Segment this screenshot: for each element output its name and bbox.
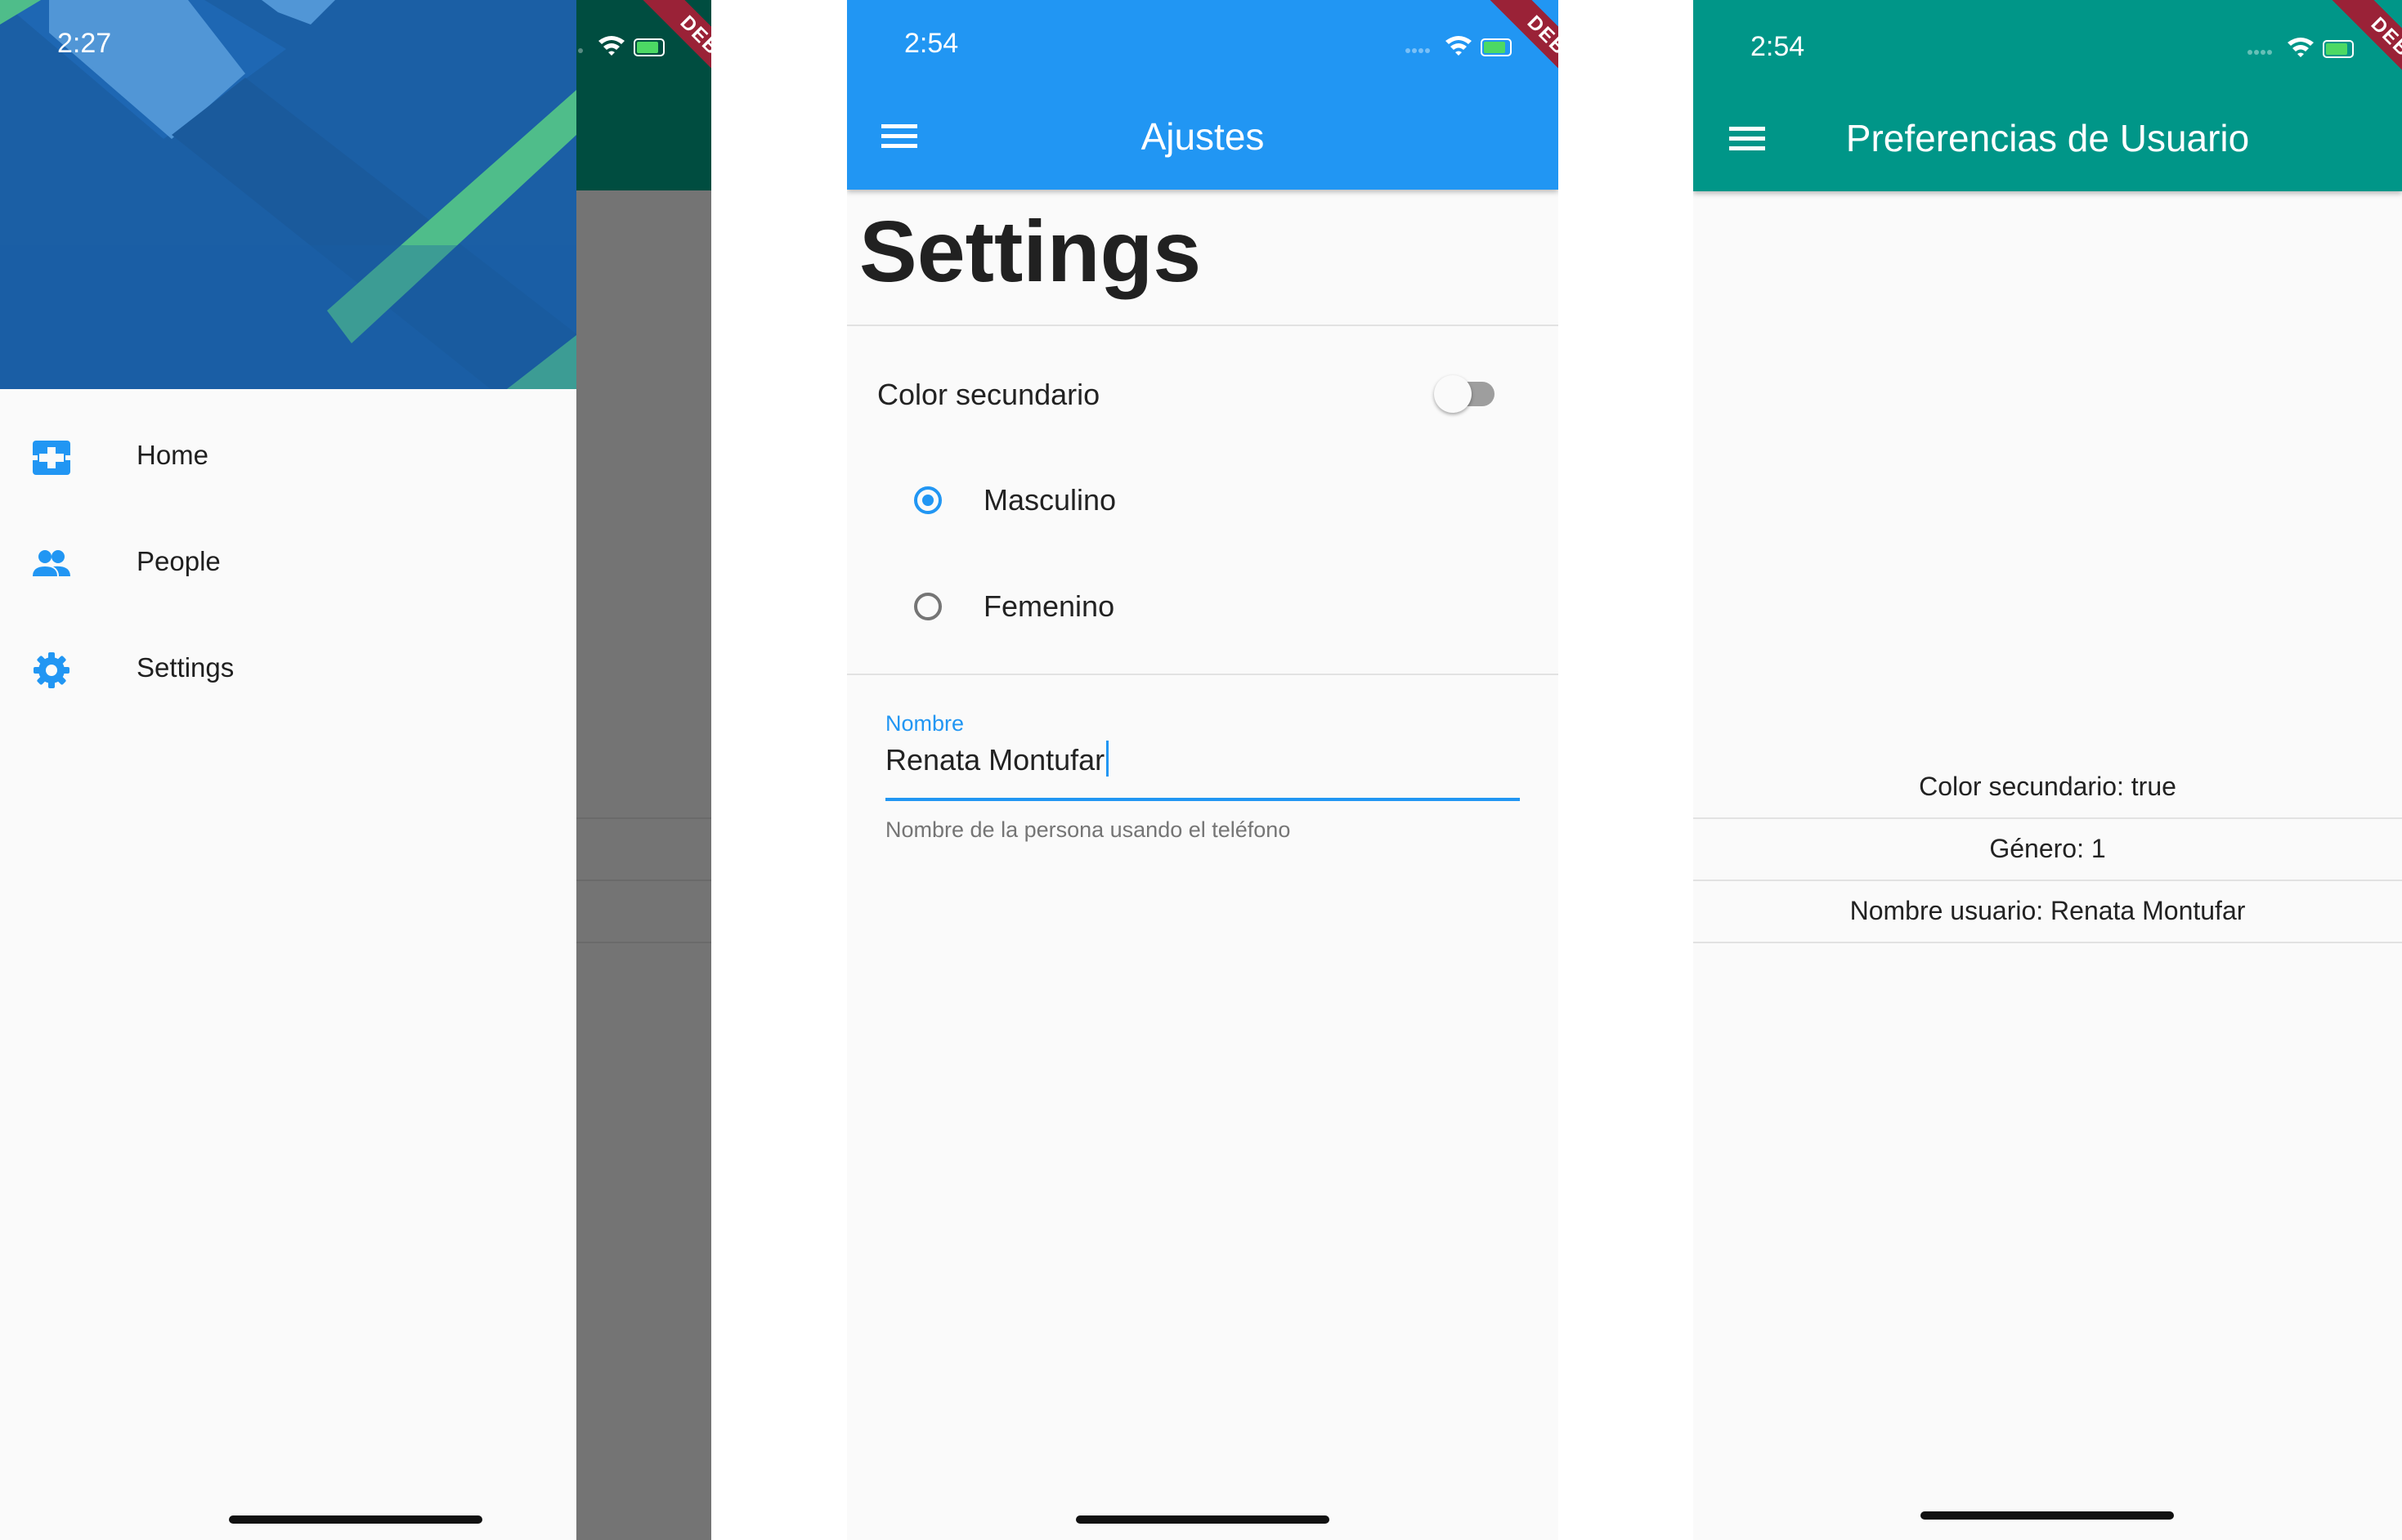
status-time: 2:54 (904, 28, 959, 59)
drawer-header-image: 2:27 (0, 0, 576, 389)
page-title: Settings (859, 204, 1202, 300)
status-time: 2:27 (57, 28, 112, 59)
radio-label: Femenino (984, 589, 1115, 623)
drawer-item-label: Settings (137, 652, 235, 683)
radio-button-unselected[interactable] (914, 593, 942, 620)
home-indicator[interactable] (1920, 1511, 2174, 1520)
text-field-underline (885, 798, 1520, 801)
text-field-value[interactable]: Renata Montufar (885, 741, 1109, 777)
people-icon (33, 550, 70, 576)
app-bar: 2:54 DEBUG Ajustes (847, 0, 1558, 190)
app-bar-title: Preferencias de Usuario (1845, 117, 2250, 159)
home-indicator[interactable] (1076, 1515, 1329, 1524)
drawer-item-label: People (137, 546, 221, 576)
settings-gear-icon (34, 652, 69, 688)
home-indicator[interactable] (229, 1515, 482, 1524)
status-icons (2247, 38, 2354, 58)
home-icon (33, 441, 70, 475)
app-bar-title: Ajustes (1141, 115, 1265, 158)
status-icons (1405, 36, 1512, 56)
text-cursor (1106, 741, 1109, 777)
drawer-item-home[interactable]: Home (0, 404, 576, 510)
pref-row-genero: Género: 1 (1693, 818, 2402, 881)
navigation-drawer: 2:27 Home People Settings (0, 0, 576, 1540)
settings-screen: 2:54 DEBUG Ajustes Settings Color secund… (847, 0, 1558, 1540)
text-field-helper: Nombre de la persona usando el teléfono (885, 817, 1291, 842)
radio-label: Masculino (984, 483, 1117, 517)
drawer-item-settings[interactable]: Settings (0, 616, 576, 723)
background-divider (576, 880, 711, 881)
status-time: 2:54 (1750, 31, 1805, 62)
switch-thumb[interactable] (1434, 375, 1472, 413)
drawer-screen: DEBUG 2:27 Home People Settings (0, 0, 711, 1540)
pref-row-nombre-usuario: Nombre usuario: Renata Montufar (1693, 880, 2402, 943)
radio-button-selected[interactable] (914, 486, 942, 514)
drawer-item-label: Home (137, 440, 209, 470)
background-divider (576, 942, 711, 943)
text-field-input[interactable]: Renata Montufar (885, 743, 1105, 777)
divider (847, 325, 1558, 326)
app-bar: 2:54 DEBUG Preferencias de Usuario (1693, 0, 2402, 191)
drawer-item-people[interactable]: People (0, 510, 576, 616)
text-field-label: Nombre (885, 711, 965, 736)
pref-row-color-secundario: Color secundario: true (1693, 756, 2402, 819)
preferences-screen: 2:54 DEBUG Preferencias de Usuario Color… (1693, 0, 2402, 1540)
background-divider (576, 817, 711, 819)
switch-label: Color secundario (877, 378, 1100, 411)
divider (847, 674, 1558, 675)
